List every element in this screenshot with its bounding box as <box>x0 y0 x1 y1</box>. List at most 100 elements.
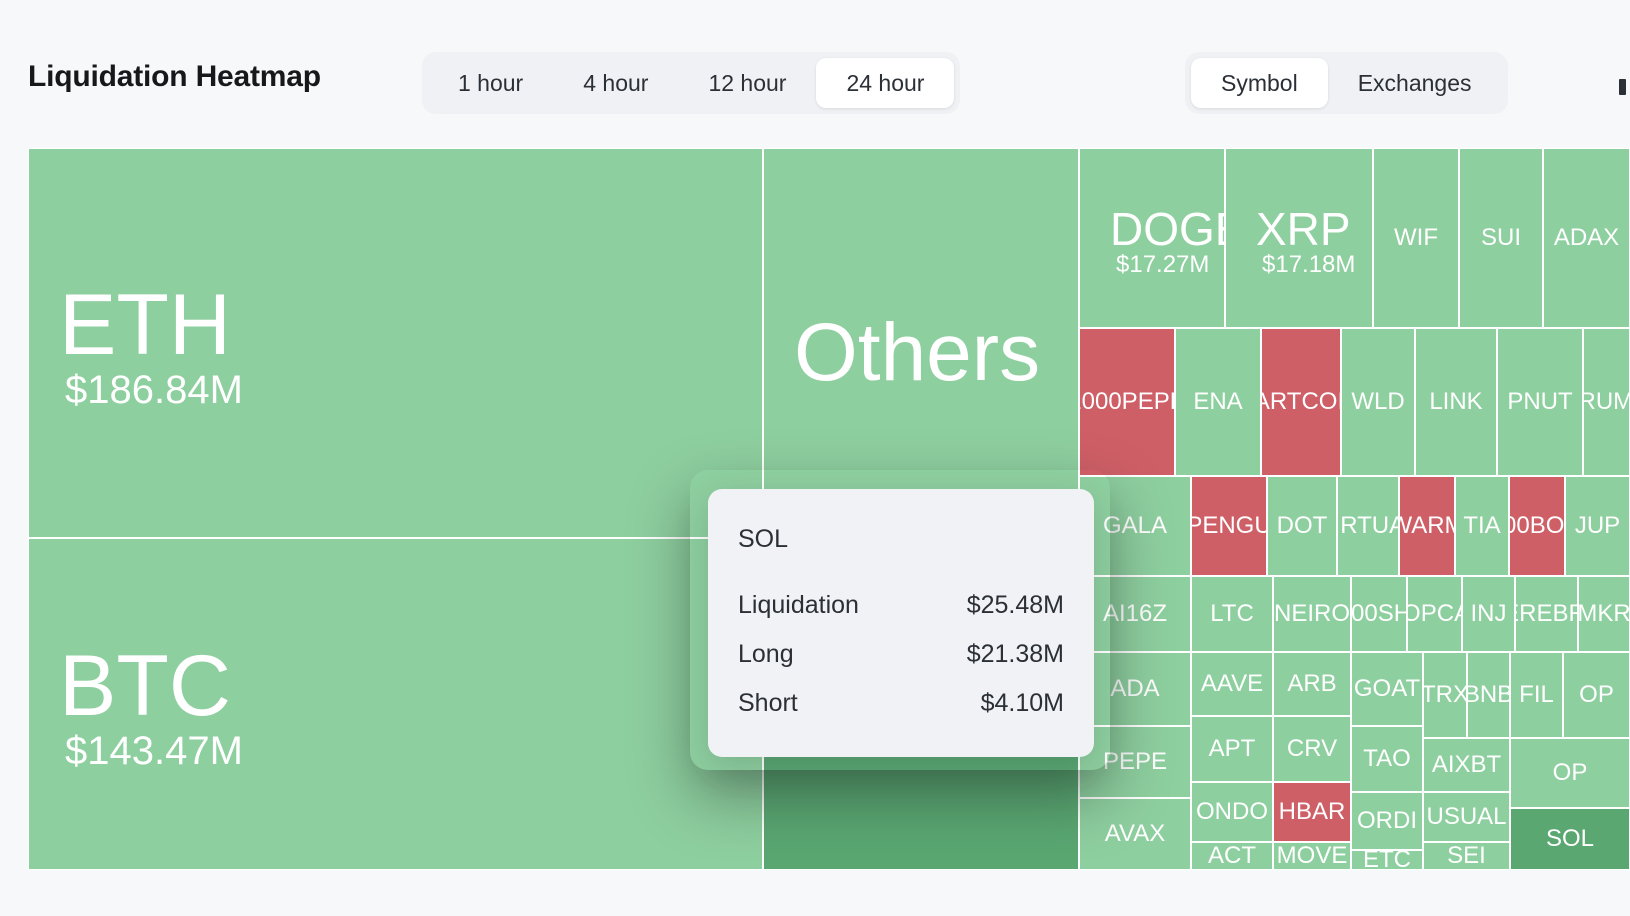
treemap-cell[interactable]: TAO <box>1351 726 1423 792</box>
period-option-1-hour[interactable]: 1 hour <box>428 58 553 108</box>
period-option-4-hour[interactable]: 4 hour <box>553 58 678 108</box>
treemap-cell-symbol: CRV <box>1286 735 1338 762</box>
treemap-cell[interactable]: FIL <box>1510 652 1563 738</box>
treemap-cell[interactable]: VIRTUAL <box>1337 476 1399 576</box>
treemap-cell-symbol: ORDI <box>1357 807 1417 834</box>
treemap-cell-symbol: ADAX <box>1553 224 1620 251</box>
treemap-cell[interactable]: AI16Z <box>1079 576 1191 652</box>
treemap-cell[interactable]: WLD <box>1341 328 1415 476</box>
treemap-cell-symbol: SUI <box>1480 224 1522 251</box>
treemap-cell[interactable]: NEIRO <box>1273 576 1351 652</box>
period-segmented-control[interactable]: 1 hour 4 hour 12 hour 24 hour <box>422 52 961 114</box>
treemap-cell[interactable]: OP <box>1563 652 1630 738</box>
tooltip-row-value: $25.48M <box>966 591 1064 619</box>
cell-tooltip: SOL Liquidation $25.48M Long $21.38M Short $4… <box>708 489 1094 757</box>
treemap-cell-symbol: TRX <box>1423 681 1467 708</box>
treemap-cell[interactable]: POPCAT <box>1407 576 1462 652</box>
treemap-cell[interactable]: ARB <box>1273 652 1351 716</box>
treemap-cell-symbol: DOGE <box>1110 202 1224 255</box>
treemap-cell[interactable]: SOL <box>1510 808 1630 870</box>
mode-option-symbol[interactable]: Symbol <box>1191 58 1328 108</box>
treemap-cell-symbol: SOL <box>1545 825 1595 852</box>
treemap-cell[interactable]: Others <box>763 148 1079 548</box>
treemap-cell-symbol: OP <box>1552 759 1588 786</box>
tooltip-row-label: Short <box>738 689 798 717</box>
treemap-cell[interactable]: PNUT <box>1497 328 1583 476</box>
treemap-cell[interactable]: LTC <box>1191 576 1273 652</box>
treemap-cell[interactable]: FARTCOIN <box>1261 328 1341 476</box>
treemap-cell[interactable]: APT <box>1191 716 1273 782</box>
treemap-cell[interactable]: SWARMS <box>1399 476 1455 576</box>
treemap-cell[interactable]: LINK <box>1415 328 1497 476</box>
treemap-cell[interactable]: ETH $186.84M <box>28 148 763 538</box>
treemap-cell[interactable]: PENGU <box>1191 476 1267 576</box>
treemap-cell[interactable]: USUAL <box>1423 792 1510 842</box>
period-option-24-hour[interactable]: 24 hour <box>816 58 955 108</box>
treemap-cell[interactable]: XRP $17.18M <box>1225 148 1373 328</box>
treemap-cell[interactable]: TRUMP <box>1583 328 1630 476</box>
treemap-cell[interactable]: AVAX <box>1079 798 1191 870</box>
treemap-cell[interactable]: 1000SHIB <box>1351 576 1407 652</box>
treemap-cell-symbol: DOT <box>1276 512 1328 539</box>
tooltip-row-value: $4.10M <box>980 689 1064 717</box>
treemap-cell[interactable]: ADAX <box>1543 148 1630 328</box>
treemap-cell-symbol: 1000BONK <box>1510 512 1565 539</box>
treemap-cell[interactable]: ORDI <box>1351 792 1423 850</box>
treemap-cell-symbol: PEPE <box>1102 748 1168 775</box>
treemap-cell[interactable]: DOT <box>1267 476 1337 576</box>
treemap-cell[interactable]: ZEREBRO <box>1515 576 1578 652</box>
offscreen-control-edge[interactable] <box>1619 79 1626 95</box>
treemap-cell-symbol: USUAL <box>1426 803 1507 830</box>
treemap-cell-value: $143.47M <box>65 728 243 773</box>
treemap-cell[interactable]: WIF <box>1373 148 1459 328</box>
period-option-12-hour[interactable]: 12 hour <box>678 58 816 108</box>
treemap-cell[interactable]: CRV <box>1273 716 1351 782</box>
treemap-cell-symbol: NEIRO <box>1273 600 1351 627</box>
tooltip-row-value: $21.38M <box>966 640 1064 668</box>
treemap-cell[interactable]: AAVE <box>1191 652 1273 716</box>
treemap-cell-symbol: AIXBT <box>1431 751 1502 778</box>
treemap-cell-symbol: AVAX <box>1104 820 1166 847</box>
treemap-cell-symbol: PENGU <box>1192 512 1267 539</box>
treemap-cell-symbol: ADA <box>1110 675 1160 702</box>
treemap-cell[interactable]: BNB <box>1467 652 1510 738</box>
mode-segmented-control[interactable]: Symbol Exchanges <box>1185 52 1508 114</box>
treemap-cell[interactable]: TRX <box>1423 652 1467 738</box>
tooltip-row: Short $4.10M <box>738 689 1064 718</box>
treemap-cell-symbol: LINK <box>1429 388 1483 415</box>
treemap-cell[interactable]: 1000BONK <box>1509 476 1565 576</box>
treemap-cell[interactable]: GOAT <box>1351 652 1423 726</box>
treemap-cell[interactable]: PEPE <box>1079 726 1191 798</box>
treemap-cell[interactable]: ADA <box>1079 652 1191 726</box>
mode-option-exchanges[interactable]: Exchanges <box>1328 58 1502 108</box>
treemap-cell[interactable]: JUP <box>1565 476 1630 576</box>
treemap-cell[interactable]: AIXBT <box>1423 738 1510 792</box>
treemap-cell[interactable]: MOVE <box>1273 842 1351 870</box>
treemap-cell-symbol: 1000SHIB <box>1351 600 1406 627</box>
treemap-cell[interactable]: ONDO <box>1191 782 1273 842</box>
treemap-cell-symbol: ETC <box>1363 850 1411 870</box>
treemap-cell[interactable]: SUI <box>1459 148 1543 328</box>
treemap-cell-symbol: JUP <box>1574 512 1621 539</box>
treemap-cell-symbol: MKR <box>1578 600 1630 627</box>
treemap-cell[interactable]: ENA <box>1175 328 1261 476</box>
treemap-cell-symbol: HBAR <box>1278 798 1346 825</box>
treemap-cell-symbol: ZEREBRO <box>1516 600 1577 627</box>
treemap-cell-symbol: ETH <box>59 277 231 374</box>
treemap-cell[interactable]: GALA <box>1079 476 1191 576</box>
treemap-cell[interactable]: DOGE$17.27M <box>1079 148 1225 328</box>
treemap-cell[interactable]: TIA <box>1455 476 1509 576</box>
tooltip-row-label: Liquidation <box>738 591 859 619</box>
treemap-cell[interactable]: 1000PEPE <box>1079 328 1175 476</box>
treemap-cell[interactable]: BTC $143.47M <box>28 538 763 870</box>
treemap-cell-symbol: SEI <box>1447 842 1486 869</box>
treemap-cell[interactable]: ACT <box>1191 842 1273 870</box>
treemap-cell[interactable]: OP <box>1510 738 1630 808</box>
treemap-cell-value: $186.84M <box>65 367 243 412</box>
treemap-cell[interactable]: SEI <box>1423 842 1510 870</box>
treemap-cell[interactable]: INJ <box>1462 576 1515 652</box>
treemap-cell[interactable]: HBAR <box>1273 782 1351 842</box>
treemap-cell-symbol: VIRTUAL <box>1338 512 1398 539</box>
treemap-cell[interactable]: MKR <box>1578 576 1630 652</box>
treemap-cell[interactable]: ETC <box>1351 850 1423 870</box>
